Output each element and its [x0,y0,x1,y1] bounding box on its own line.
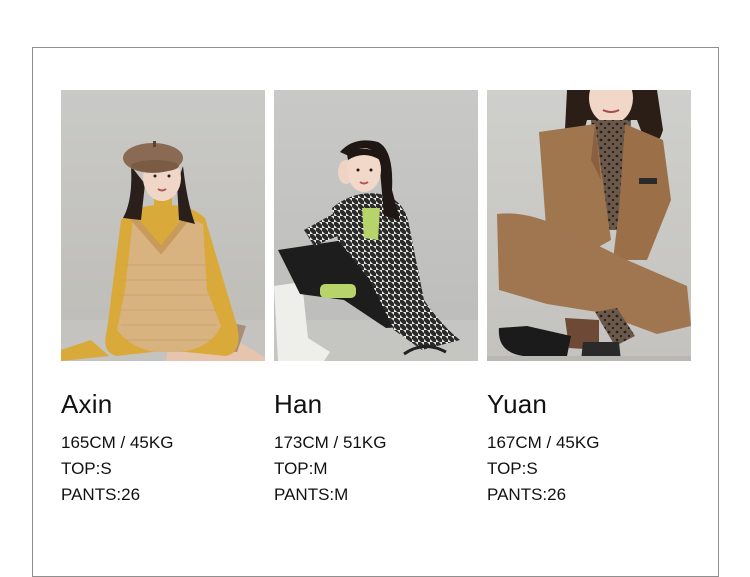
model-measurements: 167CM / 45KG [487,433,600,452]
model-name: Han [274,389,323,419]
model-pants-size: PANTS:26 [487,485,567,504]
model-photo-icon [61,90,265,361]
model-measurements: 165CM / 45KG [61,433,174,452]
model-top-size: TOP:S [61,459,112,478]
model-card-han: Han 173CM / 51KG TOP:M PANTS:M [274,90,478,508]
model-pants-size: PANTS:M [274,485,349,504]
model-name: Yuan [487,389,548,419]
model-photo-icon [274,90,478,361]
model-photo-han [274,90,478,361]
model-photo-yuan [487,90,691,361]
model-top-size: TOP:M [274,459,328,478]
model-photo-axin [61,90,265,361]
model-card-yuan: Yuan 167CM / 45KG TOP:S PANTS:26 [487,90,691,508]
model-top-size: TOP:S [487,459,538,478]
model-measurements: 173CM / 51KG [274,433,387,452]
model-card-axin: Axin 165CM / 45KG TOP:S PANTS:26 [61,90,265,508]
model-name: Axin [61,389,113,419]
model-pants-size: PANTS:26 [61,485,141,504]
model-photo-icon [487,90,691,361]
